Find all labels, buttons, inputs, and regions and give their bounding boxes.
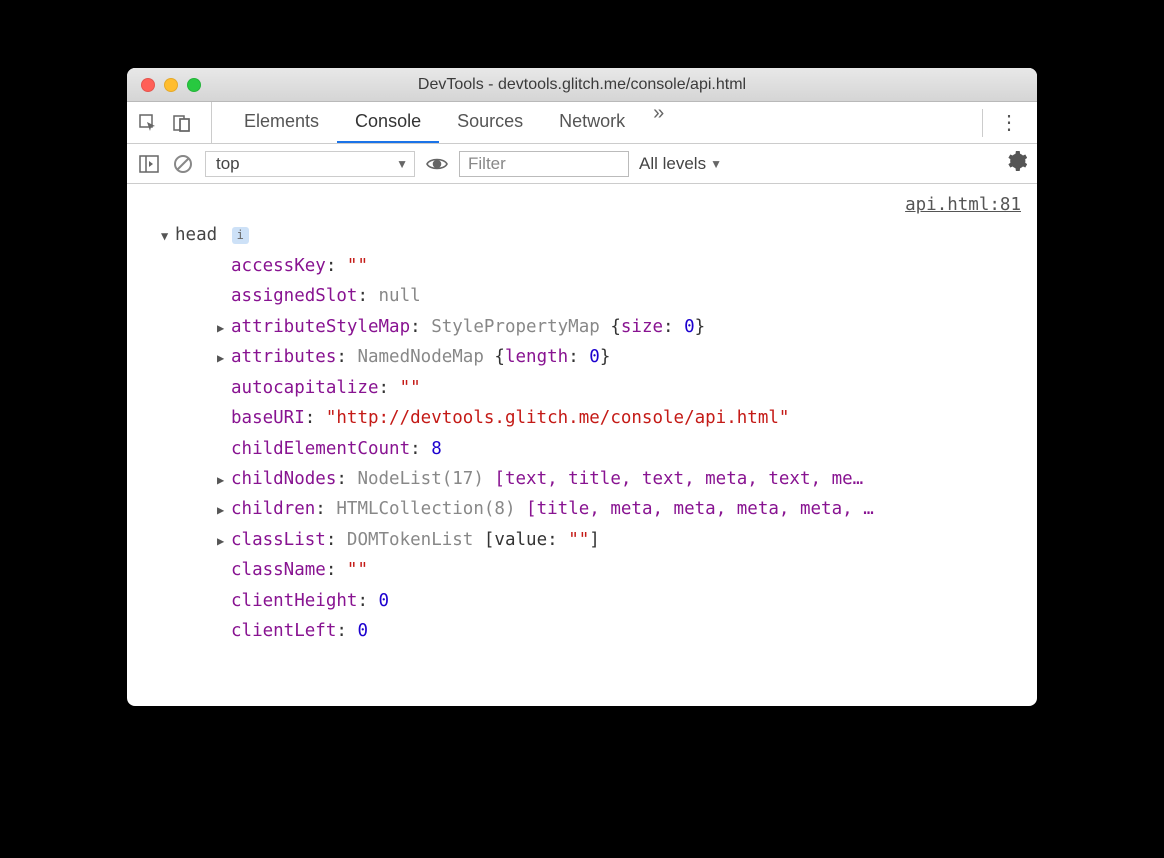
zoom-button[interactable] [187,78,201,92]
prop-className[interactable]: className: "" [217,555,1037,585]
object-root-row[interactable]: ▼head i [161,220,1037,250]
console-output: api.html:81 ▼head i accessKey: "" assign… [127,184,1037,706]
log-levels-selector[interactable]: All levels ▼ [639,154,722,174]
traffic-lights [127,78,201,92]
filter-input[interactable] [459,151,629,177]
disclosure-triangle-icon[interactable]: ▶ [217,500,231,521]
device-toolbar-icon[interactable] [171,112,193,134]
close-button[interactable] [141,78,155,92]
disclosure-triangle-icon[interactable]: ▼ [161,226,175,247]
levels-label: All levels [639,154,706,174]
disclosure-triangle-icon[interactable]: ▶ [217,531,231,552]
prop-baseURI[interactable]: baseURI: "http://devtools.glitch.me/cons… [217,403,1037,433]
context-label: top [216,154,240,174]
more-tabs-icon[interactable]: » [643,102,674,143]
prop-clientHeight[interactable]: clientHeight: 0 [217,586,1037,616]
info-icon[interactable]: i [232,227,249,244]
tab-elements[interactable]: Elements [226,102,337,143]
context-selector[interactable]: top ▼ [205,151,415,177]
tab-sources[interactable]: Sources [439,102,541,143]
object-root-label: head [175,225,217,245]
prop-attributes[interactable]: ▶attributes: NamedNodeMap {length: 0} [217,342,1037,372]
tab-console[interactable]: Console [337,102,439,143]
prop-autocapitalize[interactable]: autocapitalize: "" [217,373,1037,403]
clear-console-icon[interactable] [171,152,195,176]
prop-assignedSlot[interactable]: assignedSlot: null [217,281,1037,311]
divider [982,109,983,137]
prop-attributeStyleMap[interactable]: ▶attributeStyleMap: StylePropertyMap {si… [217,312,1037,342]
object-properties: accessKey: "" assignedSlot: null ▶attrib… [161,251,1037,647]
minimize-button[interactable] [164,78,178,92]
prop-childElementCount[interactable]: childElementCount: 8 [217,434,1037,464]
inspector-icons [137,102,212,143]
chevron-down-icon: ▼ [710,157,722,171]
inspect-element-icon[interactable] [137,112,159,134]
console-toolbar: top ▼ All levels ▼ [127,144,1037,184]
panel-tabs: Elements Console Sources Network » ⋮ [127,102,1037,144]
prop-classList[interactable]: ▶classList: DOMTokenList [value: ""] [217,525,1037,555]
sidebar-toggle-icon[interactable] [137,152,161,176]
console-settings-icon[interactable] [1007,151,1027,177]
prop-childNodes[interactable]: ▶childNodes: NodeList(17) [text, title, … [217,464,1037,494]
disclosure-triangle-icon[interactable]: ▶ [217,318,231,339]
disclosure-triangle-icon[interactable]: ▶ [217,348,231,369]
devtools-window: DevTools - devtools.glitch.me/console/ap… [127,68,1037,706]
source-link[interactable]: api.html:81 [127,190,1037,220]
tab-network[interactable]: Network [541,102,643,143]
prop-accessKey[interactable]: accessKey: "" [217,251,1037,281]
window-title: DevTools - devtools.glitch.me/console/ap… [127,76,1037,94]
prop-clientLeft[interactable]: clientLeft: 0 [217,616,1037,646]
live-expression-icon[interactable] [425,152,449,176]
disclosure-triangle-icon[interactable]: ▶ [217,470,231,491]
prop-children[interactable]: ▶children: HTMLCollection(8) [title, met… [217,494,1037,524]
titlebar: DevTools - devtools.glitch.me/console/ap… [127,68,1037,102]
settings-menu-icon[interactable]: ⋮ [995,110,1023,135]
logged-object: ▼head i accessKey: "" assignedSlot: null… [127,220,1037,646]
chevron-down-icon: ▼ [396,157,408,171]
